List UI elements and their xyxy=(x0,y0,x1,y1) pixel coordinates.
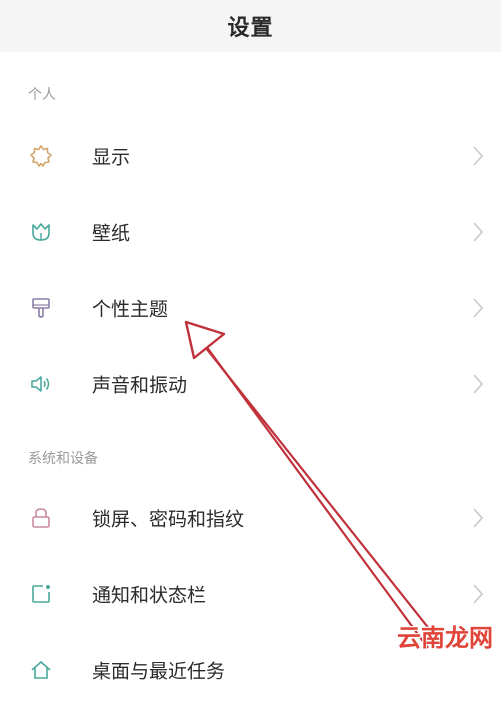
settings-item-label: 桌面与最近任务 xyxy=(92,660,226,683)
settings-item-sound[interactable]: 声音和振动 xyxy=(0,346,501,422)
settings-item-themes[interactable]: 个性主题 xyxy=(0,270,501,346)
settings-item-label: 壁纸 xyxy=(92,222,131,245)
settings-item-label: 个性主题 xyxy=(92,298,169,321)
lock-icon xyxy=(28,505,54,531)
settings-item-display[interactable]: 显示 xyxy=(0,118,501,194)
notification-icon xyxy=(28,581,54,607)
tulip-icon xyxy=(28,219,54,245)
paintbrush-icon xyxy=(28,295,54,321)
chevron-right-icon xyxy=(473,508,484,528)
chevron-right-icon xyxy=(473,374,484,394)
chevron-right-icon xyxy=(473,146,484,166)
page-title: 设置 xyxy=(227,16,274,41)
watermark: 云南龙网 xyxy=(397,624,493,652)
chevron-right-icon xyxy=(473,298,484,318)
section-label-system: 系统和设备 xyxy=(28,451,98,467)
section-label-personal: 个人 xyxy=(28,87,56,103)
sun-icon xyxy=(28,143,54,169)
settings-item-wallpaper[interactable]: 壁纸 xyxy=(0,194,501,270)
speaker-icon xyxy=(28,371,54,397)
chevron-right-icon xyxy=(473,584,484,604)
home-icon xyxy=(28,657,54,683)
settings-item-label: 显示 xyxy=(92,146,131,169)
settings-item-lockscreen[interactable]: 锁屏、密码和指纹 xyxy=(0,480,501,556)
chevron-right-icon xyxy=(473,222,484,242)
header-bar: 设置 xyxy=(0,0,501,52)
settings-item-label: 声音和振动 xyxy=(92,374,188,397)
settings-item-label: 锁屏、密码和指纹 xyxy=(92,508,245,531)
settings-item-label: 通知和状态栏 xyxy=(92,584,207,607)
